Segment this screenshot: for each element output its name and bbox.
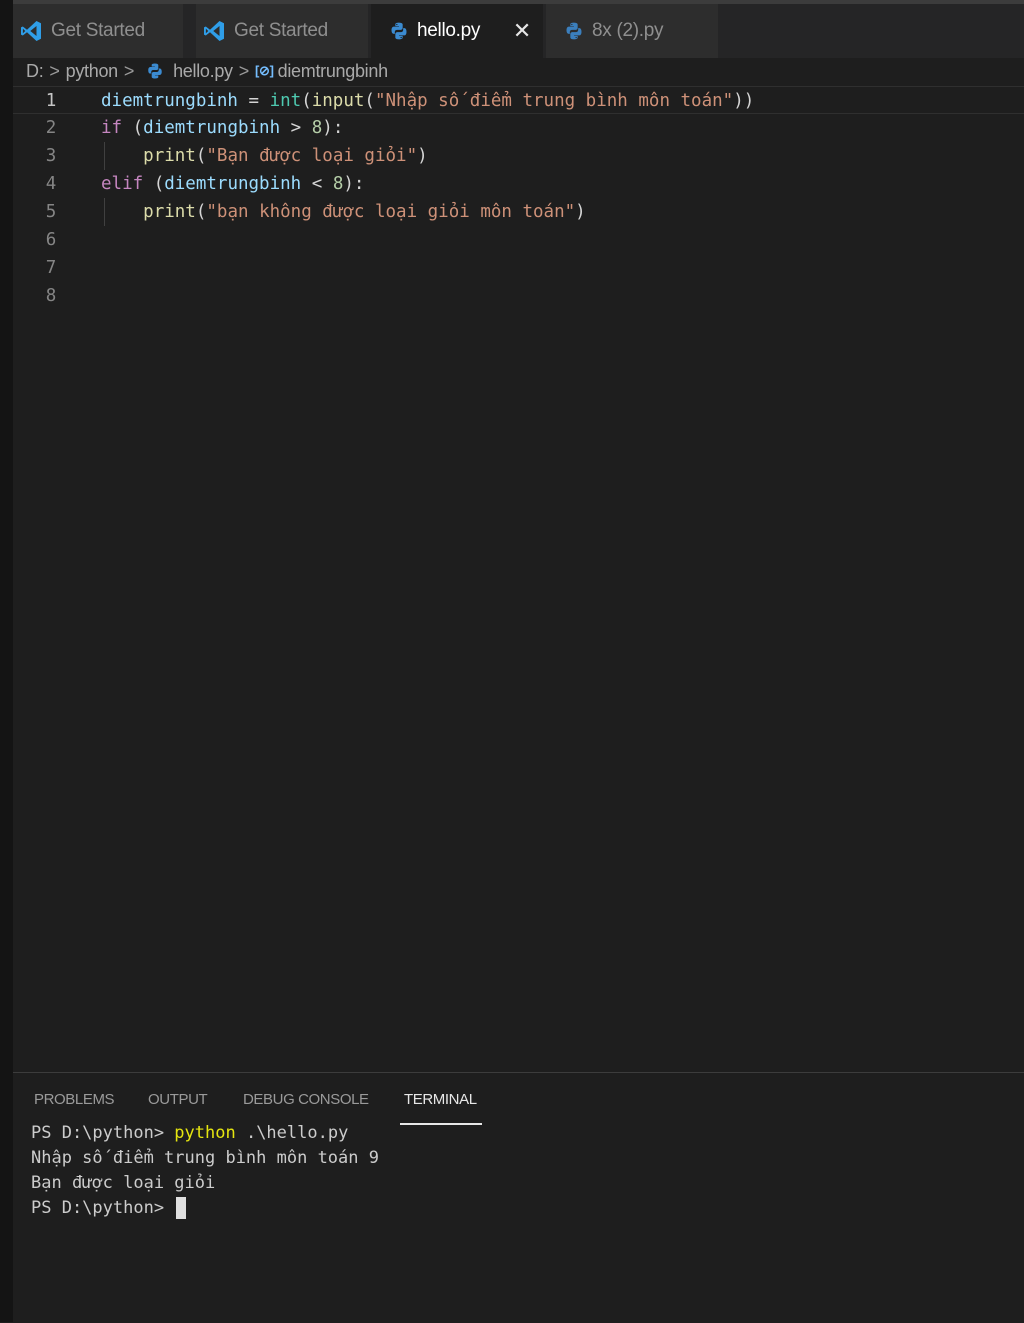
vscode-icon [21, 21, 41, 41]
code-token: "Bạn được loại giỏi" [206, 146, 418, 166]
code-editor[interactable]: 1 diemtrungbinh = int(input("Nhập số điểm… [13, 86, 1024, 1072]
code-line[interactable]: 8 [13, 282, 1024, 310]
vscode-icon [204, 21, 224, 41]
tab-terminal[interactable]: TERMINAL [404, 1091, 477, 1108]
python-icon [566, 22, 582, 40]
code-line[interactable]: 2 if (diemtrungbinh > 8): [13, 114, 1024, 142]
terminal-prompt: PS D:\python> [31, 1123, 175, 1143]
tab-debug-console[interactable]: DEBUG CONSOLE [243, 1091, 369, 1108]
terminal-line-4[interactable]: PS D:\python> [31, 1196, 187, 1221]
tab-label: hello.py [417, 20, 481, 41]
code-token: ) [575, 202, 586, 222]
breadcrumb-folder[interactable]: python [66, 61, 119, 82]
bottom-panel: PROBLEMS OUTPUT DEBUG CONSOLE TERMINAL P… [13, 1072, 1024, 1323]
code-token: 8 [332, 174, 344, 194]
code-token: diemtrungbinh [101, 91, 238, 111]
tab-problems[interactable]: PROBLEMS [34, 1091, 115, 1108]
code-token: < [301, 174, 333, 194]
code-token: ( [143, 174, 165, 194]
terminal-prompt: PS D:\python> [31, 1198, 175, 1218]
code-token: ( [122, 118, 144, 138]
tab-get-started-1[interactable]: Get Started [13, 4, 183, 58]
code-line[interactable]: 3 print("Bạn được loại giỏi") [13, 142, 1024, 170]
breadcrumb-symbol[interactable]: diemtrungbinh [278, 61, 388, 82]
code-token: )) [733, 91, 755, 111]
code-token: print [143, 202, 196, 222]
line-number: 5 [45, 202, 57, 222]
line-number: 6 [45, 230, 57, 250]
code-token: ): [343, 174, 365, 194]
code-text: print("bạn không được loại giỏi môn toán… [101, 198, 586, 226]
code-token: ( [364, 91, 375, 111]
code-text: print("Bạn được loại giỏi") [101, 142, 428, 170]
code-token: 8 [311, 118, 323, 138]
code-token: ): [322, 118, 344, 138]
code-token: int [269, 91, 302, 111]
close-icon[interactable]: ✕ [513, 18, 531, 44]
code-token: = [237, 91, 270, 111]
terminal-command: python [174, 1123, 236, 1143]
code-token: "Nhập số điểm trung bình môn toán" [374, 91, 734, 111]
code-line[interactable]: 5 print("bạn không được loại giỏi môn to… [13, 198, 1024, 226]
tab-output[interactable]: OUTPUT [148, 1091, 208, 1108]
activity-bar-edge [0, 0, 13, 1322]
tab-label: Get Started [51, 20, 145, 41]
tab-8x-2-py[interactable]: 8x (2).py [546, 4, 718, 58]
chevron-right-icon: > [123, 60, 135, 81]
code-token: diemtrungbinh [143, 118, 281, 138]
tab-label: Get Started [234, 20, 328, 41]
line-number: 7 [45, 258, 57, 278]
code-token: elif [101, 174, 144, 194]
code-line[interactable]: 4 elif (diemtrungbinh < 8): [13, 170, 1024, 198]
breadcrumb-drive[interactable]: D: [26, 61, 44, 82]
breadcrumb-file[interactable]: hello.py [173, 61, 233, 82]
code-token: input [311, 91, 365, 111]
editor-tab-bar: Get Started Get Started hello.py ✕ 8x (2… [13, 0, 1024, 58]
code-text: elif (diemtrungbinh < 8): [101, 170, 364, 198]
tab-divider [183, 4, 184, 58]
terminal-cursor [176, 1197, 187, 1219]
chevron-right-icon: > [49, 60, 60, 81]
code-token: > [280, 118, 312, 138]
line-number: 1 [45, 91, 57, 111]
terminal-line-1[interactable]: PS D:\python> python .\hello.py [31, 1121, 348, 1146]
terminal-output-2: Bạn được loại giỏi [31, 1173, 216, 1193]
code-token: diemtrungbinh [164, 174, 302, 194]
tab-label: 8x (2).py [592, 20, 664, 41]
python-icon [148, 63, 162, 79]
code-line[interactable]: 7 [13, 254, 1024, 282]
code-token: ( [301, 91, 312, 111]
line-number: 3 [45, 146, 57, 166]
variable-symbol-icon: [⊘] [254, 63, 274, 78]
line-number: 4 [45, 174, 57, 194]
code-token: print [143, 146, 196, 166]
line-number: 2 [45, 118, 57, 138]
tab-get-started-2[interactable]: Get Started [196, 4, 368, 58]
tab-hello-py[interactable]: hello.py ✕ [371, 4, 543, 58]
python-icon [391, 22, 407, 40]
code-text: diemtrungbinh = int(input("Nhập số điểm … [101, 87, 754, 115]
chevron-right-icon: > [238, 60, 250, 81]
breadcrumb: D: > python > hello.py > [⊘] diemtrungbi… [26, 58, 388, 84]
code-token: ( [195, 202, 207, 222]
code-text: if (diemtrungbinh > 8): [101, 114, 343, 142]
terminal-command-args: .\hello.py [235, 1123, 349, 1143]
line-number: 8 [45, 286, 57, 306]
active-tab-indicator [400, 1123, 482, 1125]
code-line[interactable]: 6 [13, 226, 1024, 254]
terminal-output-1: Nhập số điểm trung bình môn toán 9 [31, 1148, 379, 1168]
code-line[interactable]: 1 diemtrungbinh = int(input("Nhập số điểm… [13, 86, 1024, 114]
code-token: ) [417, 146, 428, 166]
code-token: ( [195, 146, 207, 166]
code-token: if [101, 118, 123, 138]
code-token: "bạn không được loại giỏi môn toán" [206, 202, 576, 222]
